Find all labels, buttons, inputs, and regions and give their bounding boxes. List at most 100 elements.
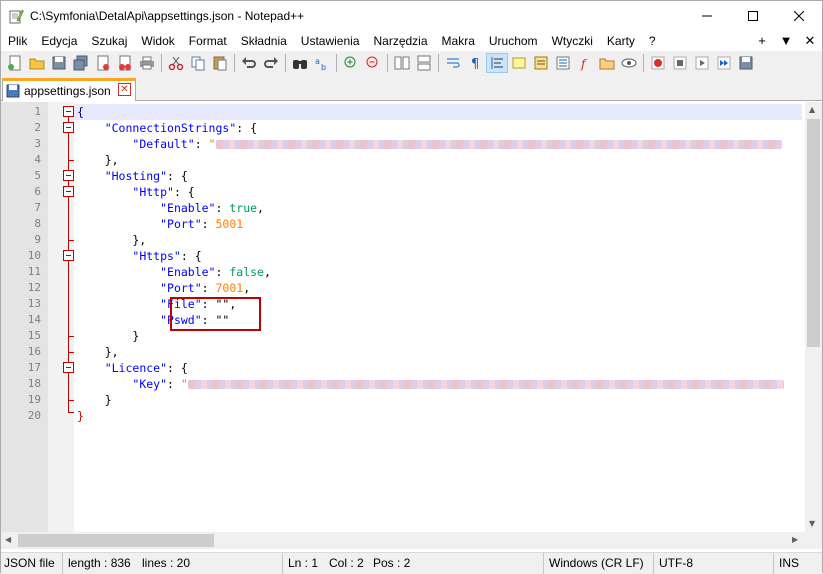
macro-record-button[interactable] <box>647 53 669 73</box>
menu-help[interactable]: ? <box>642 31 663 51</box>
close-button[interactable] <box>92 53 114 73</box>
menu-karty[interactable]: Karty <box>600 31 642 51</box>
tab-bar: appsettings.json ✕ <box>1 75 822 101</box>
maximize-button[interactable] <box>730 1 776 31</box>
brace: { <box>77 105 84 119</box>
json-bool: true <box>229 201 258 215</box>
sync-horizontal-button[interactable] <box>413 53 435 73</box>
macro-stop-button[interactable] <box>669 53 691 73</box>
code-line: "Default": " <box>77 136 782 152</box>
indent-guide-button[interactable] <box>486 53 508 73</box>
macro-play-multiple-button[interactable] <box>713 53 735 73</box>
fold-toggle[interactable] <box>63 122 74 133</box>
menu-ustawienia[interactable]: Ustawienia <box>294 31 367 51</box>
status-insert-mode[interactable]: INS <box>776 553 822 574</box>
code-line: { <box>77 104 84 120</box>
zoom-in-button[interactable] <box>340 53 362 73</box>
menu-format[interactable]: Format <box>182 31 234 51</box>
function-list-button[interactable] <box>552 53 574 73</box>
notepad-window: C:\Symfonia\DetalApi\appsettings.json - … <box>0 0 823 574</box>
fold-toggle[interactable] <box>63 170 74 181</box>
show-all-chars-button[interactable]: ¶ <box>464 53 486 73</box>
save-button[interactable] <box>48 53 70 73</box>
menu-edycja[interactable]: Edycja <box>34 31 84 51</box>
fold-toggle[interactable] <box>63 250 74 261</box>
notepad-app-icon <box>9 9 24 24</box>
macro-save-button[interactable] <box>735 53 757 73</box>
monitoring-button[interactable] <box>618 53 640 73</box>
scroll-up-arrow-icon[interactable]: ▲ <box>809 105 815 114</box>
line-number: 1 <box>34 105 41 118</box>
udl-button[interactable] <box>508 53 530 73</box>
open-file-button[interactable] <box>26 53 48 73</box>
fold-toggle[interactable] <box>63 106 74 117</box>
svg-text:a: a <box>315 57 320 66</box>
menu-szukaj[interactable]: Szukaj <box>84 31 134 51</box>
tab-appsettings-json[interactable]: appsettings.json ✕ <box>2 78 136 101</box>
json-key: "Enable" <box>160 201 216 215</box>
word-wrap-button[interactable] <box>442 53 464 73</box>
scissors-icon <box>168 56 184 71</box>
tab-label: appsettings.json <box>24 84 111 98</box>
print-button[interactable] <box>136 53 158 73</box>
pilcrow-icon: ¶ <box>471 57 479 71</box>
undo-button[interactable] <box>238 53 260 73</box>
line-number: 2 <box>34 121 41 134</box>
horizontal-scroll-thumb[interactable] <box>18 534 214 547</box>
maximize-icon <box>748 11 758 21</box>
menu-plik[interactable]: Plik <box>1 31 34 51</box>
scroll-down-arrow-icon[interactable]: ▼ <box>809 519 815 528</box>
minimize-button[interactable] <box>684 1 730 31</box>
vertical-scrollbar[interactable]: ▲ ▼ <box>805 102 822 532</box>
fold-toggle[interactable] <box>63 186 74 197</box>
replace-button[interactable]: ab <box>311 53 333 73</box>
close-all-button[interactable] <box>114 53 136 73</box>
toolbar-separator <box>438 54 439 72</box>
json-key: "Https" <box>132 249 181 263</box>
document-map-button[interactable] <box>530 53 552 73</box>
vertical-scroll-thumb[interactable] <box>807 119 820 347</box>
menu-uruchom[interactable]: Uruchom <box>482 31 545 51</box>
code-line: } <box>77 393 112 407</box>
menu-narzedzia[interactable]: Narzędzia <box>367 31 435 51</box>
new-file-button[interactable] <box>4 53 26 73</box>
zoom-out-button[interactable] <box>362 53 384 73</box>
folder-workspace-button[interactable] <box>596 53 618 73</box>
status-eol[interactable]: Windows (CR LF) <box>546 553 654 574</box>
svg-text:b: b <box>321 63 326 71</box>
fold-toggle[interactable] <box>63 362 74 373</box>
scroll-right-arrow-icon[interactable]: ▶ <box>792 535 798 544</box>
menu-widok[interactable]: Widok <box>134 31 181 51</box>
function-list-f-button[interactable]: f <box>574 53 596 73</box>
sync-horizontal-icon <box>417 55 431 71</box>
code-line: "Key": " <box>77 376 784 392</box>
menu-wtyczki[interactable]: Wtyczki <box>545 31 600 51</box>
macro-play-button[interactable] <box>691 53 713 73</box>
menu-skladnia[interactable]: Składnia <box>234 31 294 51</box>
sync-vertical-button[interactable] <box>391 53 413 73</box>
function-f-icon: f <box>580 57 588 71</box>
status-encoding[interactable]: UTF-8 <box>656 553 774 574</box>
scroll-left-arrow-icon[interactable]: ◀ <box>5 535 11 544</box>
save-all-button[interactable] <box>70 53 92 73</box>
quote: " <box>208 137 216 151</box>
paste-button[interactable] <box>209 53 231 73</box>
find-button[interactable] <box>289 53 311 73</box>
close-window-button[interactable] <box>776 1 822 31</box>
close-document-button[interactable]: ✕ <box>798 31 822 51</box>
new-tab-plus-button[interactable]: + <box>750 31 774 51</box>
cut-button[interactable] <box>165 53 187 73</box>
tab-close-icon[interactable]: ✕ <box>118 83 131 96</box>
toolbar-separator <box>161 54 162 72</box>
line-number: 20 <box>27 409 41 422</box>
redo-button[interactable] <box>260 53 282 73</box>
line-number: 19 <box>27 393 41 406</box>
line-number: 15 <box>27 329 41 342</box>
editor-area[interactable]: 1 2 3 4 5 6 7 8 9 10 11 12 13 14 15 16 1… <box>1 102 822 532</box>
menu-makra[interactable]: Makra <box>435 31 482 51</box>
horizontal-scrollbar[interactable]: ◀ ▶ <box>1 532 805 549</box>
fold-end <box>68 336 74 337</box>
line-number: 7 <box>34 201 41 214</box>
tab-list-dropdown-button[interactable]: ▼ <box>774 31 798 51</box>
copy-button[interactable] <box>187 53 209 73</box>
